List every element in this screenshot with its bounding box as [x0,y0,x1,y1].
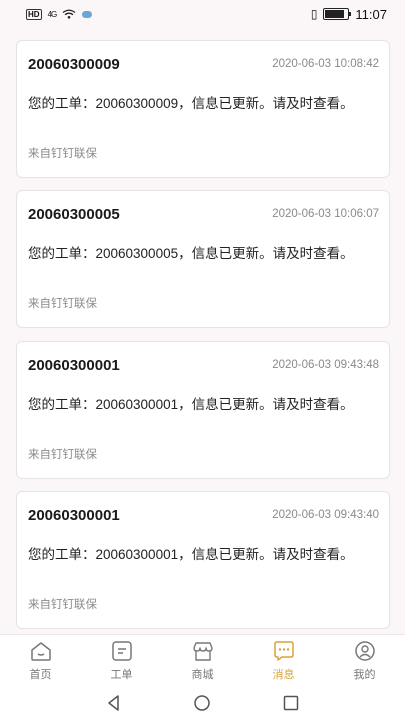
tab-work-order[interactable]: 工单 [92,640,152,682]
cloud-icon [82,10,93,18]
tab-label: 消息 [272,668,295,681]
status-left: HD 4G [26,8,93,20]
message-source: 来自钉钉联保 [28,298,97,310]
bottom-tab-bar: 首页 工单 商城 消息 我的 [0,634,405,686]
message-source: 来自钉钉联保 [28,449,97,461]
order-number: 20060300001 [28,507,120,524]
clock: 11:07 [355,6,387,22]
message-card[interactable]: 20060300005 2020-06-03 10:06:07 您的工单：200… [16,190,390,328]
tab-label: 工单 [110,668,133,681]
home-button-icon[interactable] [193,694,211,712]
home-icon [30,641,51,661]
message-source: 来自钉钉联保 [28,148,97,160]
status-right: ▯ 11:07 [311,7,387,22]
back-icon[interactable] [105,694,123,712]
tab-label: 我的 [353,668,376,681]
message-list[interactable]: 20060300009 2020-06-03 10:08:42 您的工单：200… [0,28,405,634]
profile-icon [354,640,375,661]
message-time: 2020-06-03 10:06:07 [272,208,379,220]
vibrate-icon: ▯ [310,7,318,21]
tab-store[interactable]: 商城 [173,640,233,682]
battery-icon [323,8,352,20]
wifi-icon [62,9,76,19]
message-body: 您的工单：20060300001，信息已更新。请及时查看。 [28,547,354,562]
status-bar: HD 4G ▯ 11:07 [0,0,405,28]
battery-fill [325,10,345,18]
app-screen: HD 4G ▯ 11:07 20060300009 2020-06-03 10:… [0,0,405,720]
hd-indicator: HD [26,8,42,20]
work-order-icon [111,640,132,661]
system-nav-bar [0,686,405,720]
order-number: 20060300005 [28,206,120,223]
message-icon [273,640,294,661]
tab-label: 首页 [29,668,52,681]
message-time: 2020-06-03 09:43:48 [272,359,379,371]
recents-icon[interactable] [282,694,300,712]
tab-profile[interactable]: 我的 [335,640,395,682]
tab-home[interactable]: 首页 [11,640,71,682]
message-time: 2020-06-03 10:08:42 [272,58,379,70]
message-body: 您的工单：20060300005，信息已更新。请及时查看。 [28,246,354,261]
message-source: 来自钉钉联保 [28,599,97,611]
message-card[interactable]: 20060300009 2020-06-03 10:08:42 您的工单：200… [16,40,390,178]
message-card[interactable]: 20060300001 2020-06-03 09:43:40 您的工单：200… [16,491,390,629]
tab-label: 商城 [191,668,214,681]
tab-messages[interactable]: 消息 [254,640,314,682]
message-time: 2020-06-03 09:43:40 [272,509,379,521]
order-number: 20060300009 [28,56,120,73]
order-number: 20060300001 [28,357,120,374]
store-icon [192,641,213,661]
message-card[interactable]: 20060300001 2020-06-03 09:43:48 您的工单：200… [16,341,390,479]
message-body: 您的工单：20060300001，信息已更新。请及时查看。 [28,397,354,412]
message-body: 您的工单：20060300009，信息已更新。请及时查看。 [28,96,354,111]
signal-label: 4G [47,9,58,19]
